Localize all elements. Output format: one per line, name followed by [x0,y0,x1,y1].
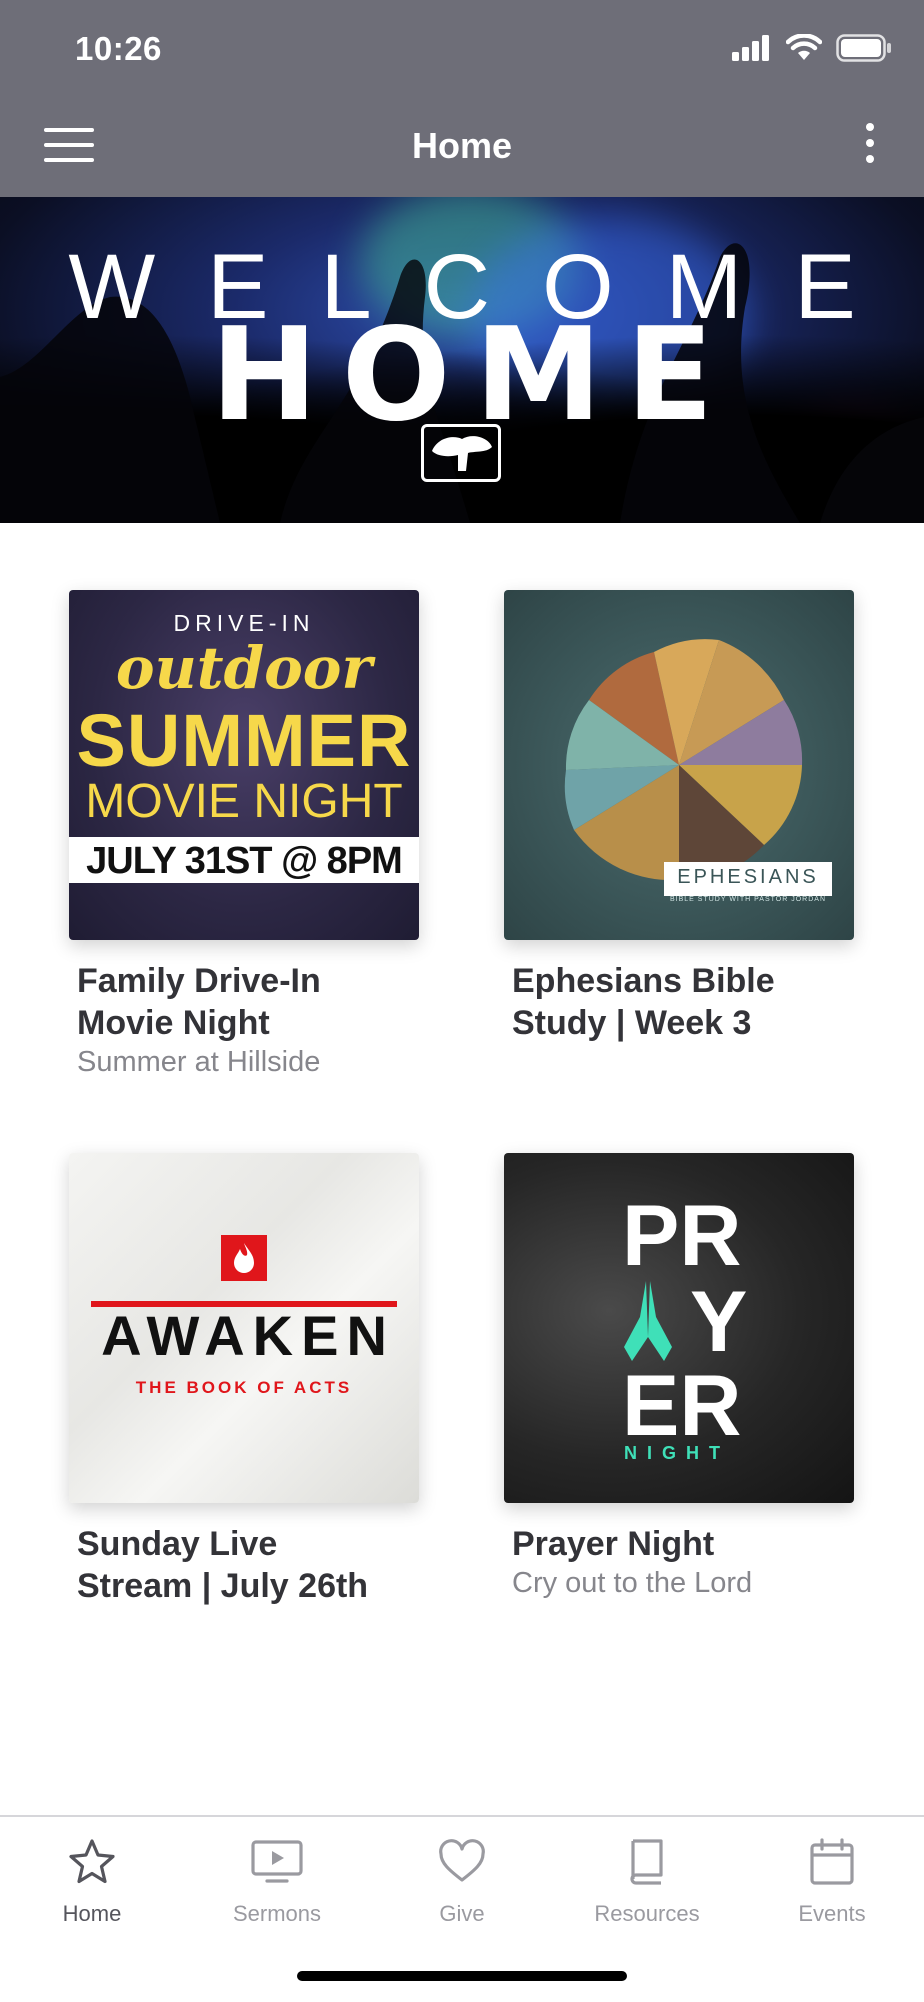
tab-label: Events [798,1901,866,1926]
heart-icon [439,1839,485,1882]
event-card-prayer-night[interactable]: PR Y ER NIGHT Prayer Night Cry out to th… [504,1153,854,1600]
card-title-line-2: Stream | July 26th [77,1567,369,1605]
card-title: Ephesians Bible Study | Week 3 [512,960,854,1044]
signal-icon [732,35,769,61]
book-icon [630,1839,663,1885]
top-bar: 10:26 Home [0,0,924,197]
card-title-line-1: Family Drive-In [77,962,321,1000]
art-date: JULY 31ST @ 8PM [86,840,403,882]
art-ephesians-label: EPHESIANS [677,866,819,888]
tv-play-icon [251,1840,303,1883]
ephesians-thumbnail[interactable]: EPHESIANS BIBLE STUDY WITH PASTOR JORDAN [504,590,854,940]
status-time: 10:26 [75,30,162,67]
battery-icon [836,34,891,62]
tab-label: Resources [594,1901,700,1926]
tab-label: Give [439,1901,485,1926]
card-title: Sunday Live Stream | July 26th [77,1523,419,1607]
card-title-line-1: Prayer Night [512,1525,715,1563]
card-title-line-1: Ephesians Bible [512,962,775,1000]
tab-resources[interactable]: Resources [555,1837,739,1927]
praying-hands-icon [618,1277,678,1363]
status-icons [732,34,892,62]
event-card-movie-night[interactable]: DRIVE-IN outdoor SUMMER MOVIE NIGHT JULY… [69,590,419,1079]
tab-give[interactable]: Give [370,1837,554,1927]
awaken-thumbnail[interactable]: AWAKEN THE BOOK OF ACTS [69,1153,419,1503]
card-title-line-1: Sunday Live [77,1525,278,1563]
tab-events[interactable]: Events [740,1837,924,1927]
star-icon [69,1839,115,1884]
art-awaken-caption: THE BOOK OF ACTS [135,1378,353,1397]
flame-icon [221,1235,267,1281]
church-tree-logo [421,424,501,482]
art-outdoor: outdoor [115,634,373,702]
tab-label: Sermons [232,1901,322,1926]
art-ephesians-caption: BIBLE STUDY WITH PASTOR JORDAN [669,896,827,903]
art-drive-in: DRIVE-IN [173,610,315,636]
card-title: Prayer Night [512,1523,854,1565]
card-subtitle: Cry out to the Lord [512,1567,753,1599]
card-title-line-2: Study | Week 3 [512,1004,752,1042]
tab-home[interactable]: Home [0,1837,184,1927]
event-card-live-stream[interactable]: AWAKEN THE BOOK OF ACTS Sunday Live Stre… [69,1153,419,1607]
welcome-banner[interactable]: WELCOME HOME [0,197,924,523]
prayer-night-thumbnail[interactable]: PR Y ER NIGHT [504,1153,854,1503]
card-title: Family Drive-In Movie Night [77,960,419,1044]
card-subtitle: Summer at Hillside [77,1046,321,1078]
art-prayer-y: Y [690,1274,748,1370]
more-options-icon[interactable] [856,123,884,173]
art-movie-night: MOVIE NIGHT [85,775,403,828]
wifi-icon [786,34,822,60]
tab-label: Home [62,1901,122,1926]
calendar-icon [810,1838,854,1885]
tab-sermons[interactable]: Sermons [185,1837,369,1927]
movie-night-thumbnail[interactable]: DRIVE-IN outdoor SUMMER MOVIE NIGHT JULY… [69,590,419,940]
art-awaken-word: AWAKEN [101,1304,395,1367]
page-title: Home [411,125,513,166]
art-prayer-night: NIGHT [624,1443,730,1463]
card-title-line-2: Movie Night [77,1004,270,1042]
event-card-ephesians[interactable]: EPHESIANS BIBLE STUDY WITH PASTOR JORDAN… [504,590,854,1044]
art-prayer-er: ER [622,1358,742,1454]
art-prayer-pr: PR [622,1188,742,1284]
art-summer: SUMMER [76,699,412,782]
home-indicator[interactable] [297,1971,627,1981]
